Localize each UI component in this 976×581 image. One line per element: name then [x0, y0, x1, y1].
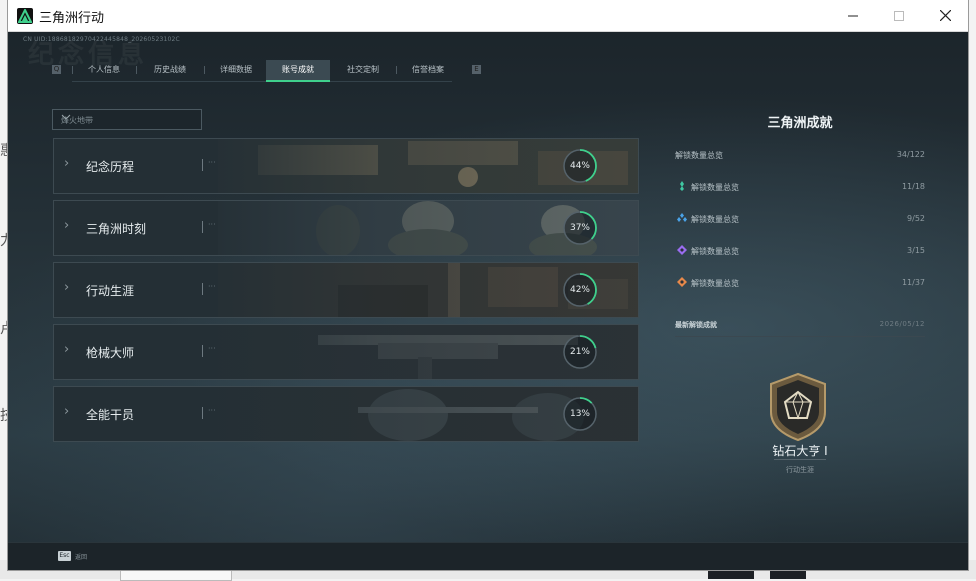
mode-dropdown[interactable]: 烽火地带	[52, 109, 202, 130]
tab-divider	[396, 66, 397, 74]
close-button[interactable]	[922, 0, 968, 31]
progress-percent: 42%	[569, 285, 590, 295]
tab-match-history[interactable]: 历史战绩	[140, 60, 200, 80]
progress-percent: 21%	[569, 347, 590, 357]
achievement-name: 纪念历程	[86, 160, 135, 174]
progress-percent: 44%	[569, 161, 590, 171]
chevron-right-icon: ›	[64, 404, 70, 419]
progress-ring: 37%	[562, 210, 598, 246]
window-title: 三角洲行动	[39, 11, 105, 26]
blue-diamond-icon	[677, 213, 687, 222]
category-value: 11/18	[901, 182, 925, 191]
tab-social-custom[interactable]: 社交定制	[334, 60, 392, 80]
orange-diamond-icon	[677, 277, 687, 287]
category-value: 3/15	[907, 246, 925, 255]
divider	[774, 459, 826, 460]
minimize-button[interactable]	[830, 0, 876, 31]
app-window: 三角洲行动 纪念信息 CN UID:18868182970422445848_2…	[8, 0, 968, 570]
category-row: 解锁数量总览 9/52	[675, 212, 925, 226]
app-logo-icon	[17, 8, 33, 24]
progress-percent: 37%	[569, 223, 590, 233]
tab-divider	[136, 66, 137, 74]
title-bar: 三角洲行动	[8, 0, 968, 32]
total-unlock-value: 34/122	[896, 150, 925, 159]
ellipsis-icon: ···	[208, 406, 216, 415]
badge-category: 行动生涯	[786, 466, 814, 474]
achievement-row[interactable]: › 纪念历程 ··· 44%	[53, 138, 639, 194]
achievement-row[interactable]: › 行动生涯 ··· 42%	[53, 262, 639, 318]
total-unlock-row: 解锁数量总览 34/122	[675, 148, 925, 162]
esc-key-hint[interactable]: Esc	[58, 551, 71, 561]
panel-title: 三角洲成就	[767, 116, 833, 131]
achievement-name: 枪械大师	[86, 346, 135, 360]
tab-next-key[interactable]: E	[472, 65, 481, 74]
main-content: 纪念信息 CN UID:18868182970422445848_2026052…	[8, 32, 968, 570]
progress-ring: 44%	[562, 148, 598, 184]
chevron-down-icon	[61, 112, 195, 125]
tab-prev-key[interactable]: Q	[52, 65, 61, 74]
category-label: 解锁数量总览	[691, 215, 739, 224]
achievement-row[interactable]: › 三角洲时刻 ··· 37%	[53, 200, 639, 256]
achievement-name: 行动生涯	[86, 284, 135, 298]
latest-unlock-date: 2026/05/12	[879, 320, 925, 328]
tab-detailed-data[interactable]: 详细数据	[208, 60, 264, 80]
badge-name: 钻石大亨 I	[772, 444, 828, 458]
ellipsis-icon: ···	[208, 220, 216, 229]
green-diamond-icon	[680, 181, 684, 191]
tab-underline	[72, 81, 452, 82]
chevron-right-icon: ›	[64, 342, 70, 357]
chevron-right-icon: ›	[64, 218, 70, 233]
latest-unlock-label: 最新解锁成就	[675, 321, 717, 329]
category-row: 解锁数量总览 3/15	[675, 244, 925, 258]
tab-personal-info[interactable]: 个人信息	[76, 60, 132, 80]
total-unlock-label: 解锁数量总览	[675, 151, 723, 160]
tab-bar: Q 个人信息 历史战绩 详细数据 账号成就 账号成就 社交定制 信誉档案 E	[52, 60, 481, 82]
progress-ring: 21%	[562, 334, 598, 370]
diamond-tycoon-badge-icon[interactable]	[767, 372, 829, 442]
category-value: 9/52	[907, 214, 925, 223]
ellipsis-icon: ···	[208, 344, 216, 353]
maximize-button[interactable]	[876, 0, 922, 31]
back-label: 返回	[75, 554, 88, 561]
tab-divider	[204, 66, 205, 74]
category-label: 解锁数量总览	[691, 247, 739, 256]
achievement-name: 全能干员	[86, 408, 135, 422]
achievement-row[interactable]: › 枪械大师 ··· 21%	[53, 324, 639, 380]
tab-divider	[72, 66, 73, 74]
divider	[675, 336, 925, 337]
uid-label: CN UID:18868182970422445848_20260523102C	[23, 36, 180, 43]
category-label: 解锁数量总览	[691, 279, 739, 288]
footer-bar: Esc 返回	[8, 542, 968, 570]
progress-percent: 13%	[569, 409, 590, 419]
progress-ring: 13%	[562, 396, 598, 432]
ellipsis-icon: ···	[208, 282, 216, 291]
tab-reputation[interactable]: 信誉档案	[400, 60, 456, 80]
tab-achievements-active[interactable]: 账号成就	[266, 60, 330, 82]
latest-unlock-header: 最新解锁成就 2026/05/12	[675, 320, 925, 334]
chevron-right-icon: ›	[64, 156, 70, 171]
achievement-name: 三角洲时刻	[86, 222, 147, 236]
category-label: 解锁数量总览	[691, 183, 739, 192]
chevron-right-icon: ›	[64, 280, 70, 295]
ellipsis-icon: ···	[208, 158, 216, 167]
purple-diamond-icon	[677, 245, 687, 255]
category-value: 11/37	[901, 278, 925, 287]
category-row: 解锁数量总览 11/37	[675, 276, 925, 290]
progress-ring: 42%	[562, 272, 598, 308]
achievement-row[interactable]: › 全能干员 ··· 13%	[53, 386, 639, 442]
category-row: 解锁数量总览 11/18	[675, 180, 925, 194]
